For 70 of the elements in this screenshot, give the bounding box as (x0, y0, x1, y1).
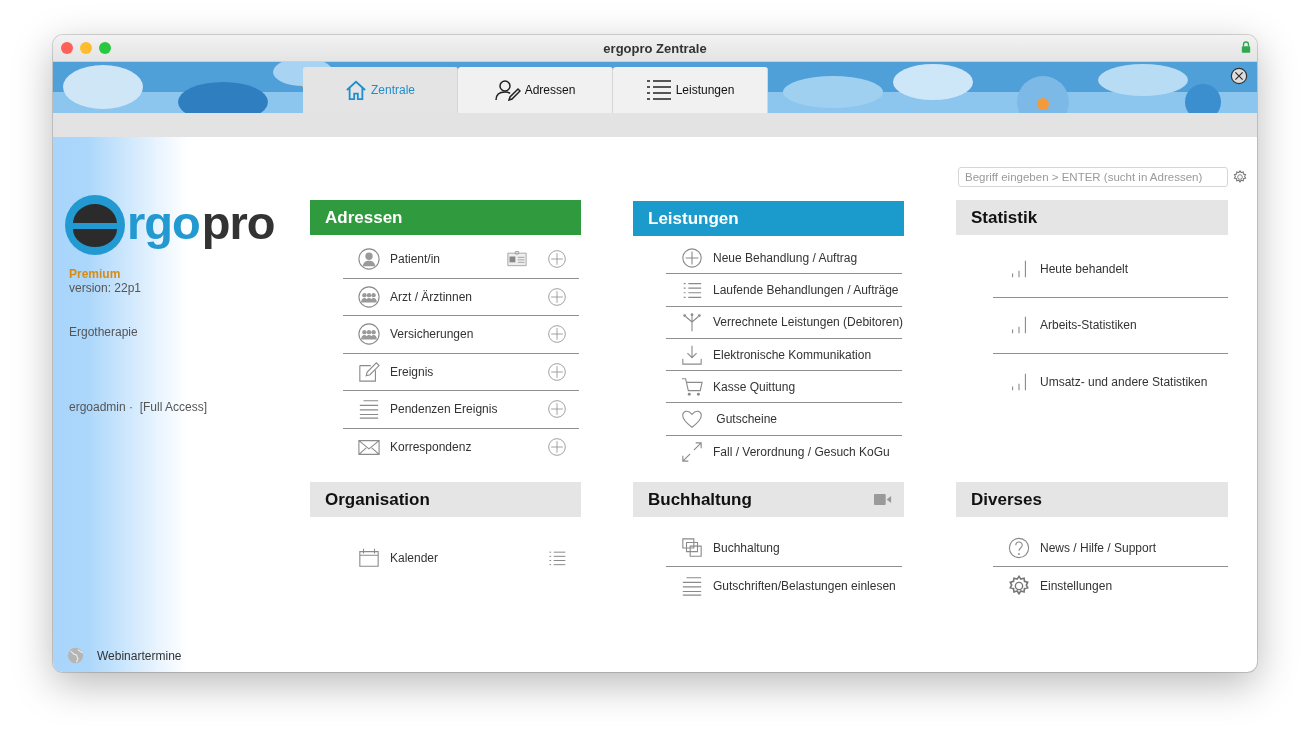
settings-icon (1233, 170, 1247, 184)
cart-icon (681, 375, 703, 398)
add-button[interactable] (547, 399, 567, 420)
edition-label: Premium (69, 267, 121, 281)
section-title: Organisation (325, 489, 430, 510)
close-window-button[interactable] (61, 42, 73, 54)
plus-circle-icon (681, 246, 703, 269)
menu-link[interactable]: Elektronische Kommunikation (713, 347, 890, 362)
menu-link[interactable]: Versicherungen (390, 327, 547, 342)
menu-link[interactable]: Fall / Verordnung / Gesuch KoGu (713, 444, 890, 459)
user-edit-icon (494, 79, 521, 101)
logo: rgopro (65, 195, 275, 255)
branch-icon (681, 311, 703, 334)
calendar-icon (358, 547, 380, 569)
menu-link[interactable]: Kasse Quittung (713, 379, 890, 394)
menu-link[interactable]: Gutscheine (713, 412, 890, 427)
lines-icon (681, 575, 703, 597)
minimize-button[interactable] (80, 42, 92, 54)
zoom-button[interactable] (99, 42, 111, 54)
window-title: ergopro Zentrale (603, 40, 707, 56)
add-button[interactable] (547, 361, 567, 382)
add-button[interactable] (547, 286, 567, 307)
menu-link[interactable]: Gutschriften/Belastungen einlesen (713, 579, 896, 593)
menu-link[interactable]: Patient/in (390, 252, 507, 267)
profession-label: Ergotherapie (69, 325, 138, 339)
menu-link[interactable]: Ereignis (390, 364, 547, 379)
list-icon (645, 79, 672, 101)
search-field[interactable]: Begriff eingeben > ENTER (sucht in Adressen) (958, 167, 1228, 187)
lines-icon (358, 398, 380, 421)
menu-link[interactable]: Heute behandelt (1040, 261, 1216, 276)
add-button[interactable] (547, 324, 567, 345)
section-title: Statistik (971, 207, 1038, 228)
person-icon (358, 248, 380, 271)
section-title: Adressen (325, 207, 403, 228)
menu-link[interactable]: Umsatz- und andere Statistiken (1040, 375, 1216, 390)
group-icon (358, 285, 380, 308)
menu-link[interactable]: Buchhaltung (713, 540, 890, 555)
menu-link[interactable]: Verrechnete Leistungen (Debitoren) (713, 315, 904, 330)
lock-icon (1241, 41, 1251, 53)
user-label: ergoadmin · [Full Access] (69, 400, 208, 414)
menu-link[interactable]: Kalender (390, 551, 547, 565)
house-icon (345, 80, 367, 100)
add-button[interactable] (547, 249, 567, 270)
download-icon (681, 343, 703, 366)
group-icon (358, 323, 380, 346)
heart-icon (681, 408, 703, 431)
close-button[interactable] (1230, 67, 1248, 85)
menu-link[interactable]: Pendenzen Ereignis (390, 402, 547, 417)
tab[interactable]: Adressen (458, 67, 613, 113)
help-icon (1008, 536, 1030, 559)
copy-icon (681, 536, 703, 559)
video-camera-icon[interactable] (874, 493, 892, 506)
edit-icon (358, 360, 380, 383)
menu-link[interactable]: Korrespondenz (390, 440, 547, 455)
menu-link[interactable]: Arbeits-Statistiken (1040, 318, 1216, 333)
version-label: version: 22p1 (69, 281, 142, 295)
menu-link[interactable]: Neue Behandlung / Auftrag (713, 250, 890, 265)
tab[interactable]: Leistungen (613, 67, 768, 113)
menu-link[interactable]: Arzt / Ärztinnen (390, 289, 547, 304)
globe-icon (67, 647, 84, 664)
expand-icon (681, 440, 703, 463)
section-title: Leistungen (648, 208, 739, 229)
menu-link[interactable]: News / Hilfe / Support (1040, 540, 1216, 555)
section-title: Buchhaltung (648, 489, 752, 510)
settings-icon (1008, 575, 1030, 597)
add-button[interactable] (547, 437, 567, 458)
menu-link[interactable]: Laufende Behandlungen / Aufträge (713, 282, 899, 297)
webinar-link[interactable]: Webinartermine (97, 648, 182, 663)
section-title: Diverses (971, 489, 1042, 510)
menu-link[interactable]: Einstellungen (1040, 579, 1216, 593)
